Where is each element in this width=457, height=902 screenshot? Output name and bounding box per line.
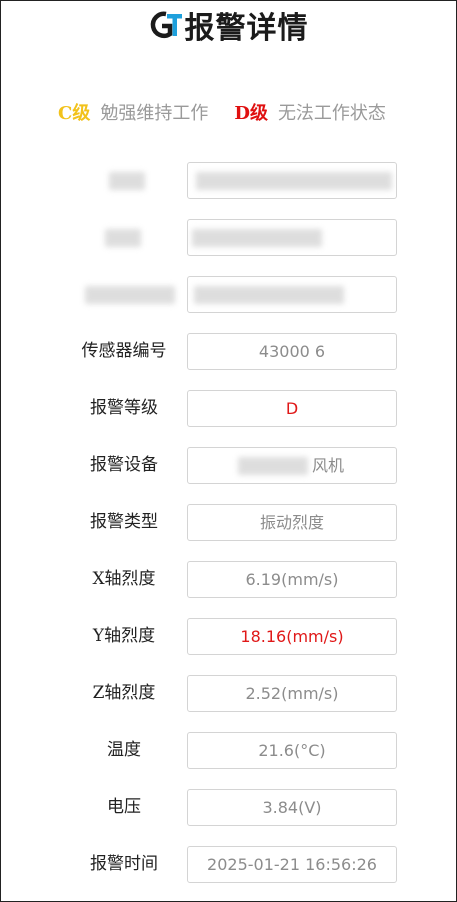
y-axis-label: Y轴烈度 <box>92 626 156 646</box>
y-axis-value: 18.16(mm/s) <box>187 618 397 655</box>
alarm-device-label: 报警设备 <box>90 455 158 475</box>
alarm-type-value: 振动烈度 <box>187 504 397 541</box>
temperature-label: 温度 <box>107 740 141 760</box>
voltage-label: 电压 <box>107 797 141 817</box>
redacted-label <box>61 276 187 313</box>
field-row-z-axis: Z轴烈度 2.52(mm/s) <box>1 675 456 712</box>
level-c-description: 勉强维持工作 <box>100 103 209 124</box>
page-header: 报警详情 <box>1 5 456 46</box>
redacted-value-field <box>187 162 397 199</box>
field-row-x-axis: X轴烈度 6.19(mm/s) <box>1 561 456 598</box>
alarm-device-value: 风机 <box>187 447 397 484</box>
alarm-level-legend: C级 勉强维持工作 D级 无法工作状态 <box>58 99 386 125</box>
field-row-y-axis: Y轴烈度 18.16(mm/s) <box>1 618 456 655</box>
alarm-level-value: D <box>187 390 397 427</box>
alarm-type-label: 报警类型 <box>90 512 158 532</box>
alarm-time-value: 2025-01-21 16:56:26 <box>187 846 397 883</box>
z-axis-value: 2.52(mm/s) <box>187 675 397 712</box>
z-axis-label: Z轴烈度 <box>92 683 156 703</box>
level-c-code: C级 <box>58 103 91 124</box>
x-axis-label: X轴烈度 <box>92 569 156 589</box>
alarm-level-label: 报警等级 <box>90 398 158 418</box>
voltage-value: 3.84(V) <box>187 789 397 826</box>
temperature-value: 21.6(°C) <box>187 732 397 769</box>
gt-logo-icon <box>149 10 183 40</box>
redacted-label <box>61 162 187 199</box>
redacted-row-1 <box>1 162 456 199</box>
redacted-value-field <box>187 219 397 256</box>
field-row-alarm-device: 报警设备 风机 <box>1 447 456 484</box>
field-row-alarm-time: 报警时间 2025-01-21 16:56:26 <box>1 846 456 883</box>
alarm-time-label: 报警时间 <box>90 854 158 874</box>
redacted-row-3 <box>1 276 456 313</box>
field-row-sensor-id: 传感器编号 43000 6 <box>1 333 456 370</box>
redacted-row-2 <box>1 219 456 256</box>
x-axis-value: 6.19(mm/s) <box>187 561 397 598</box>
level-d-code: D级 <box>234 103 268 124</box>
redacted-label <box>61 219 187 256</box>
field-row-alarm-type: 报警类型 振动烈度 <box>1 504 456 541</box>
sensor-id-value: 43000 6 <box>187 333 397 370</box>
field-row-voltage: 电压 3.84(V) <box>1 789 456 826</box>
alarm-device-text: 风机 <box>312 456 345 475</box>
field-row-temperature: 温度 21.6(°C) <box>1 732 456 769</box>
redacted-value-field <box>187 276 397 313</box>
page-title: 报警详情 <box>184 11 309 46</box>
sensor-id-label: 传感器编号 <box>81 341 167 361</box>
field-row-alarm-level: 报警等级 D <box>1 390 456 427</box>
alarm-detail-page: 报警详情 C级 勉强维持工作 D级 无法工作状态 传感器编号 43000 6 报… <box>0 0 457 902</box>
level-d-description: 无法工作状态 <box>277 103 386 124</box>
